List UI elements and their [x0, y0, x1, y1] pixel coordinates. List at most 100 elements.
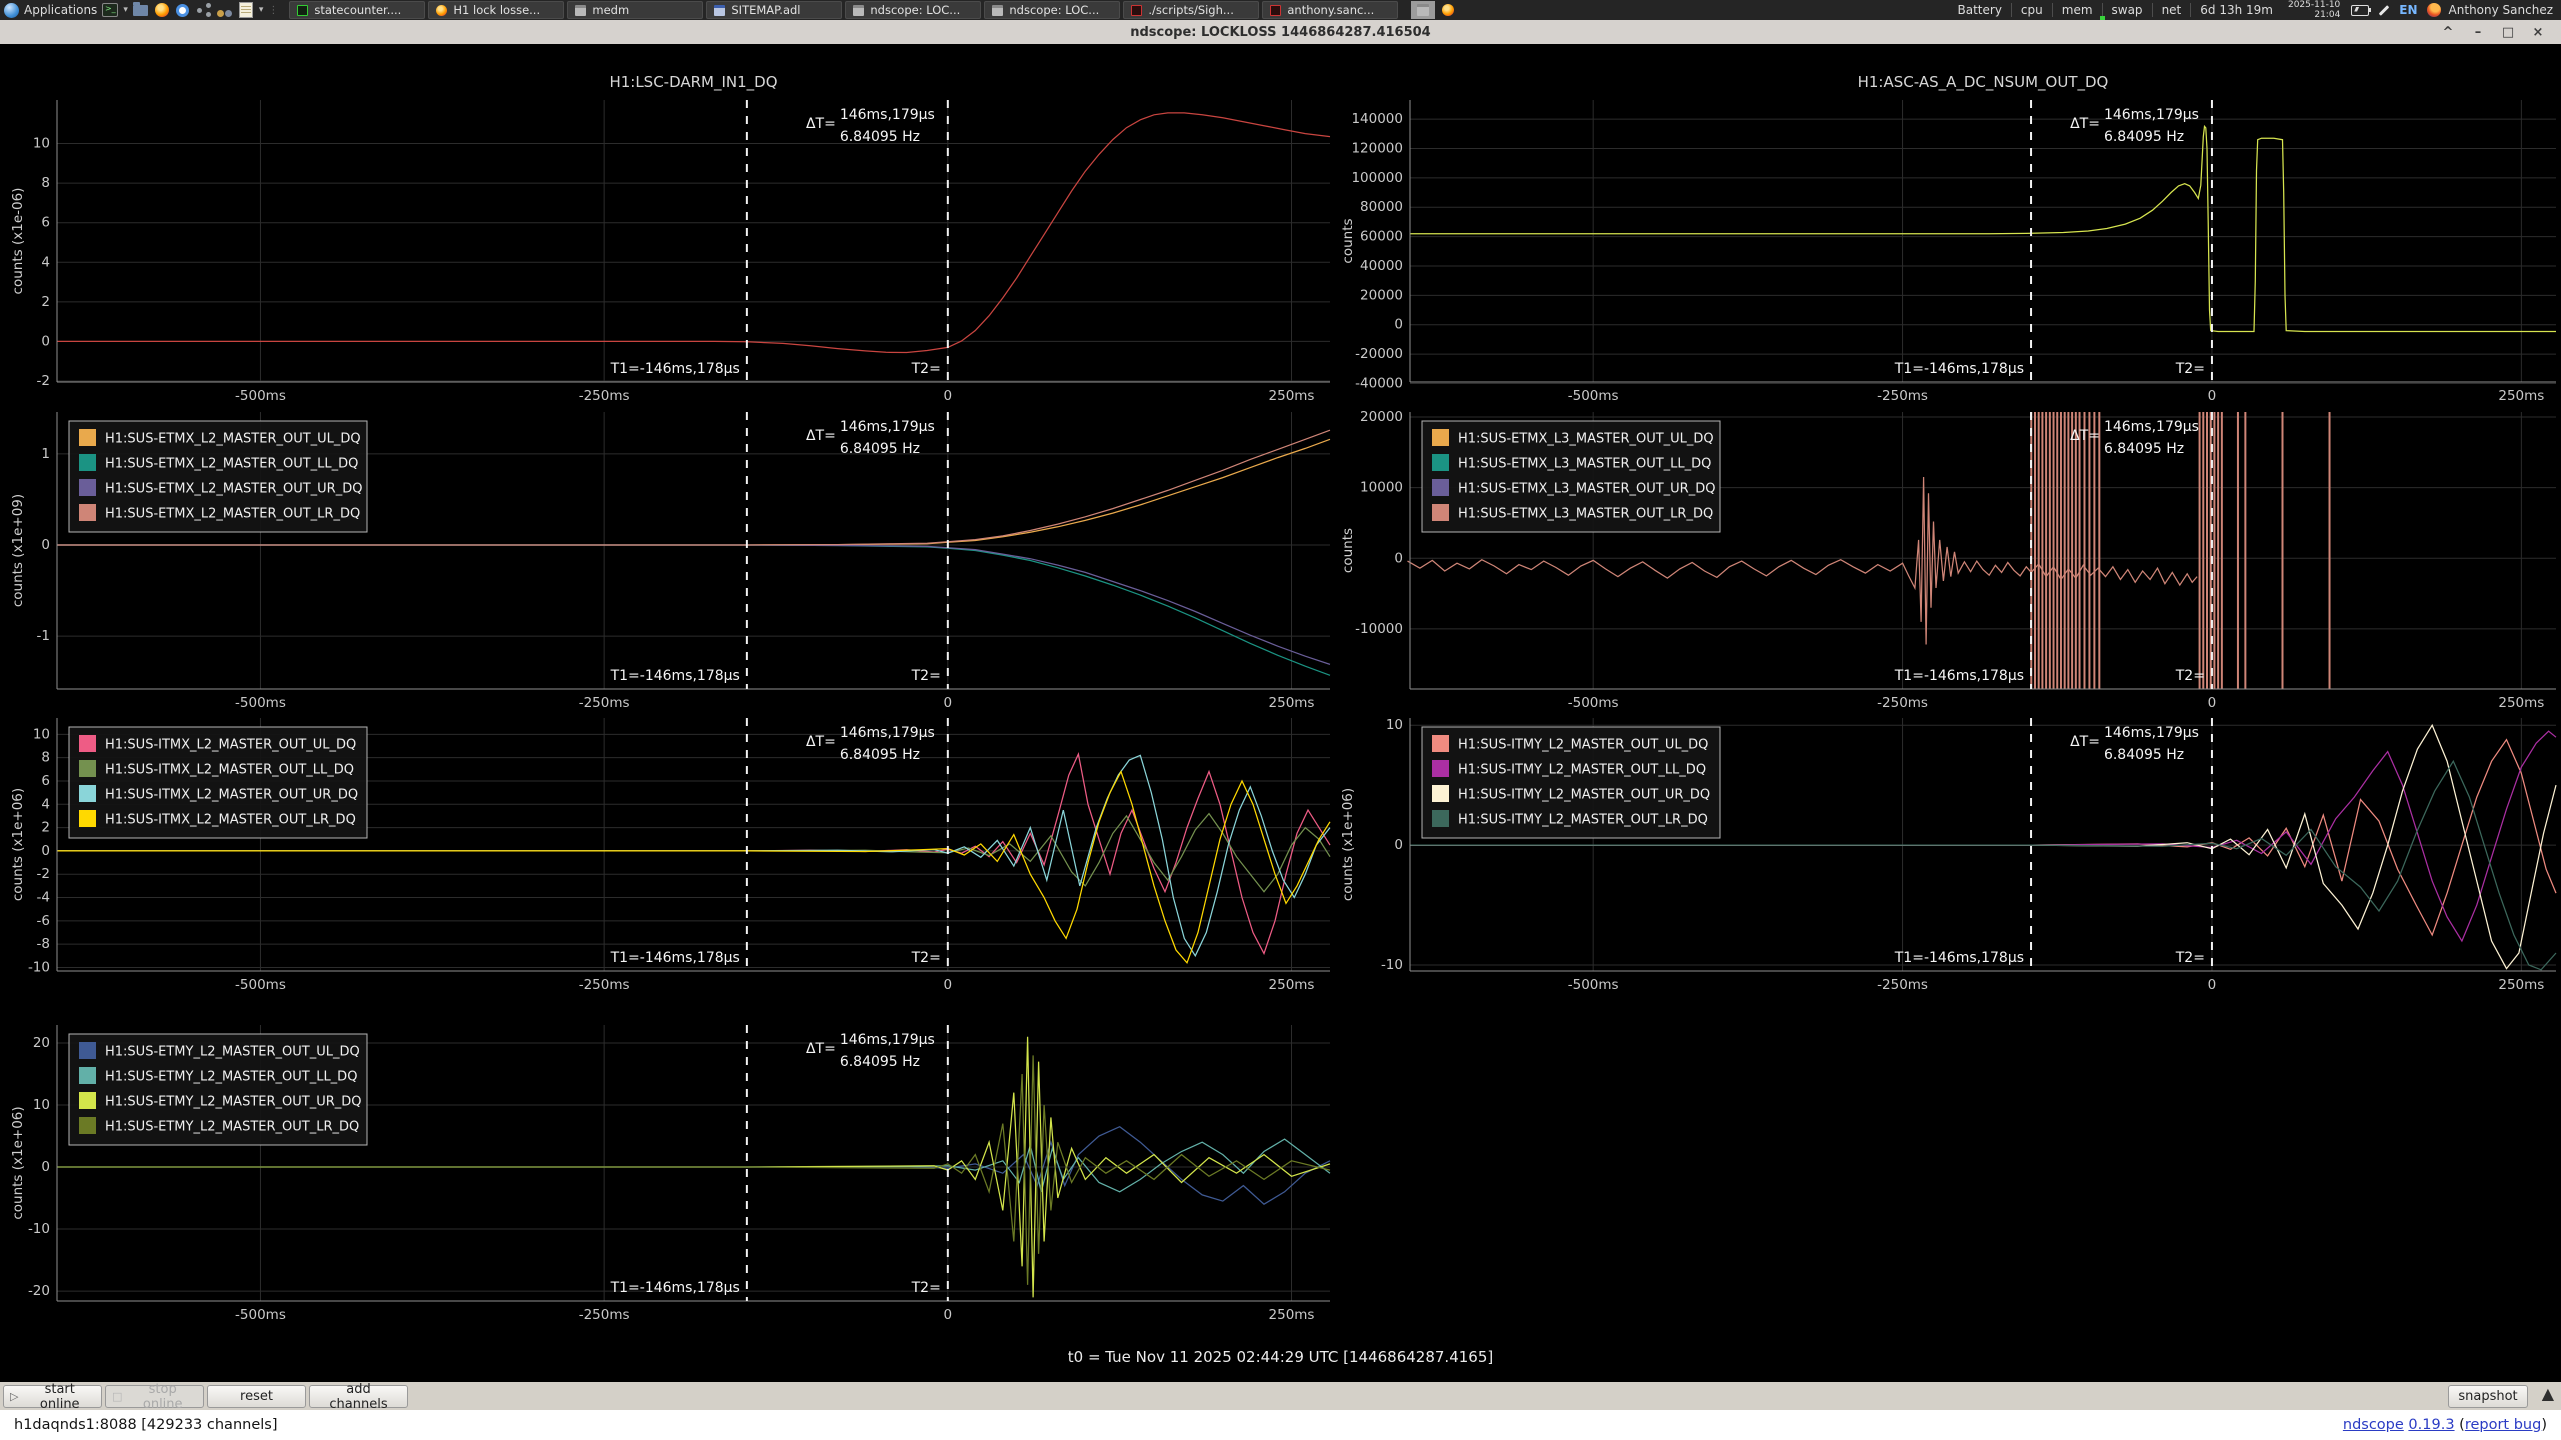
y-tick-label: 6 [41, 773, 50, 789]
tray-battery-label[interactable]: Battery [1949, 3, 2011, 17]
taskbar-window-button[interactable]: H1 lock losse... [428, 1, 564, 19]
pen-icon[interactable] [2379, 5, 2390, 16]
reset-button[interactable]: reset [207, 1385, 306, 1408]
trace [57, 545, 1330, 664]
active-window-tile[interactable] [1411, 1, 1435, 19]
plot-legend: H1:SUS-ETMX_L2_MASTER_OUT_UL_DQH1:SUS-ET… [69, 421, 367, 532]
tray-cpu-label[interactable]: cpu [2011, 3, 2052, 17]
tray-swap-label[interactable]: swap [2102, 3, 2152, 17]
tray-mem-label[interactable]: mem [2052, 3, 2102, 17]
firefox-launcher-icon[interactable] [154, 3, 170, 17]
legend-entry-label: H1:SUS-ETMY_L2_MASTER_OUT_LL_DQ [105, 1070, 357, 1085]
plot-itmy-l2[interactable]: 100-10-500ms-250ms0250mscounts (x1e+06)T… [1335, 683, 2561, 1001]
taskbar-window-button[interactable]: SITEMAP.adl [706, 1, 842, 19]
close-window-button[interactable]: × [2525, 25, 2551, 40]
legend-entry-label: H1:SUS-ETMX_L2_MASTER_OUT_LR_DQ [105, 507, 360, 522]
y-tick-label: 10 [33, 1097, 50, 1113]
t2-cursor-label: T2= [911, 668, 941, 684]
taskbar-window-button[interactable]: statecounter.... [289, 1, 425, 19]
taskbar-window-button[interactable]: ndscope: LOC... [845, 1, 981, 19]
t1-cursor-label: T1=-146ms,178µs [1894, 668, 2024, 684]
terminal-launcher-icon[interactable]: >_ [102, 3, 118, 17]
y-tick-label: -10 [1381, 957, 1403, 973]
date-label: 2025-11-10 [2288, 0, 2340, 10]
version-link[interactable]: 0.19.3 [2408, 1417, 2454, 1433]
delta-t-value: 146ms,179µs [2104, 725, 2199, 741]
delta-t-value: 146ms,179µs [840, 725, 935, 741]
plot-etmx-l3[interactable]: 20000100000-10000-500ms-250ms0250mscount… [1335, 377, 2561, 719]
legend-entry-label: H1:SUS-ITMY_L2_MASTER_OUT_LL_DQ [1458, 763, 1706, 778]
plot-etmx-l2[interactable]: 10-1-500ms-250ms0250mscounts (x1e+09)T1=… [0, 377, 1338, 719]
uptime-label[interactable]: 6d 13h 19m [2190, 3, 2282, 17]
taskbar-window-button[interactable]: ./scripts/Sigh... [1123, 1, 1259, 19]
legend-entry-label: H1:SUS-ITMY_L2_MASTER_OUT_LR_DQ [1458, 813, 1708, 828]
applications-menu[interactable]: Applications [4, 3, 97, 18]
y-tick-label: 0 [41, 333, 50, 349]
t2-cursor-label: T2= [911, 950, 941, 966]
y-axis-label: counts [1340, 218, 1356, 263]
distro-logo-icon [4, 3, 19, 18]
battery-icon[interactable] [2351, 5, 2369, 16]
y-tick-label: 0 [1394, 317, 1403, 333]
plot-etmy-l2[interactable]: 20100-10-20-500ms-250ms0250mscounts (x1e… [0, 990, 1338, 1331]
legend-entry-label: H1:SUS-ITMY_L2_MASTER_OUT_UR_DQ [1458, 788, 1710, 803]
taskbar: Applications >_ ▾ ▾ ⋮ statecounter....H1… [0, 0, 2561, 20]
y-axis-label: counts (x1e+06) [10, 788, 26, 901]
y-tick-label: 40000 [1360, 258, 1403, 274]
user-name-label[interactable]: Anthony Sanchez [2445, 3, 2557, 17]
y-tick-label: 10 [1386, 717, 1403, 733]
plot-grid: t0 = Tue Nov 11 2025 02:44:29 UTC [14468… [0, 44, 2561, 1382]
legend-entry-label: H1:SUS-ITMX_L2_MASTER_OUT_UR_DQ [105, 788, 358, 803]
ndscope-link[interactable]: ndscope [2343, 1417, 2404, 1433]
clock[interactable]: 2025-11-10 21:04 [2282, 0, 2346, 20]
users-icon[interactable] [217, 3, 233, 17]
system-tray: Batterycpumemswapnet 6d 13h 19m 2025-11-… [1949, 0, 2558, 20]
legend-entry-label: H1:SUS-ETMX_L3_MASTER_OUT_LR_DQ [1458, 507, 1713, 522]
keyboard-layout-label[interactable]: EN [2394, 3, 2422, 17]
legend-entry-label: H1:SUS-ETMX_L3_MASTER_OUT_UR_DQ [1458, 482, 1715, 497]
y-tick-label: 8 [41, 175, 50, 191]
t2-cursor-label: T2= [911, 1280, 941, 1296]
y-axis-label: counts [1340, 528, 1356, 573]
y-tick-label: 0 [41, 537, 50, 553]
share-icon[interactable] [196, 3, 212, 17]
window-titlebar[interactable]: ndscope: LOCKLOSS 1446864287.416504 ^ – … [0, 20, 2561, 44]
firefox-window-tile[interactable] [1436, 1, 1460, 19]
status-bar: h1daqnds1:8088 [429233 channels] ndscope… [0, 1410, 2561, 1440]
shade-window-button[interactable]: ^ [2435, 25, 2461, 40]
plot-asc[interactable]: 140000120000100000800006000040000200000-… [1335, 65, 2561, 412]
delta-t-frequency: 6.84095 Hz [840, 1054, 920, 1070]
resize-grip-icon[interactable]: ▲ [2542, 1386, 2554, 1402]
tray-net-label[interactable]: net [2152, 3, 2191, 17]
snapshot-button[interactable]: snapshot [2448, 1385, 2528, 1408]
browser-launcher-icon[interactable] [175, 3, 191, 17]
maximize-window-button[interactable]: □ [2495, 25, 2521, 40]
taskbar-window-button[interactable]: anthony.sanc... [1262, 1, 1398, 19]
plot-title: H1:LSC-DARM_IN1_DQ [609, 73, 777, 92]
add-channels-button[interactable]: add channels [309, 1385, 408, 1408]
start-online-button[interactable]: ▷ start online [3, 1385, 102, 1408]
legend-entry-label: H1:SUS-ETMY_L2_MASTER_OUT_UR_DQ [105, 1095, 362, 1110]
chevron-down-icon[interactable]: ▾ [123, 5, 128, 15]
plot-darm[interactable]: 1086420-2-500ms-250ms0250mscounts (x1e-0… [0, 65, 1338, 412]
report-bug-link[interactable]: report bug [2465, 1417, 2542, 1433]
y-tick-label: 20000 [1360, 287, 1403, 303]
window-blue-icon [714, 5, 725, 16]
y-tick-label: 6 [41, 215, 50, 231]
chevron-down-icon[interactable]: ▾ [259, 5, 264, 15]
taskbar-tile-group [1411, 1, 1460, 19]
files-launcher-icon[interactable] [133, 3, 149, 17]
taskbar-window-button[interactable]: medm [567, 1, 703, 19]
notes-icon[interactable] [238, 3, 254, 17]
minimize-window-button[interactable]: – [2465, 25, 2491, 40]
delta-t-prefix: ΔT= [806, 734, 836, 750]
delta-t-frequency: 6.84095 Hz [840, 747, 920, 763]
legend-entry-label: H1:SUS-ITMY_L2_MASTER_OUT_UL_DQ [1458, 738, 1708, 753]
firefox-nightly-icon[interactable] [2427, 3, 2441, 17]
legend-entry-label: H1:SUS-ITMX_L2_MASTER_OUT_LR_DQ [105, 813, 356, 828]
taskbar-window-button[interactable]: ndscope: LOC... [984, 1, 1120, 19]
y-axis-label: counts (x1e+06) [1340, 788, 1356, 901]
x-tick-label: -500ms [1568, 977, 1619, 993]
stop-online-button[interactable]: □ stop online [105, 1385, 204, 1408]
plot-itmx-l2[interactable]: 1086420-2-4-6-8-10-500ms-250ms0250mscoun… [0, 683, 1338, 1001]
